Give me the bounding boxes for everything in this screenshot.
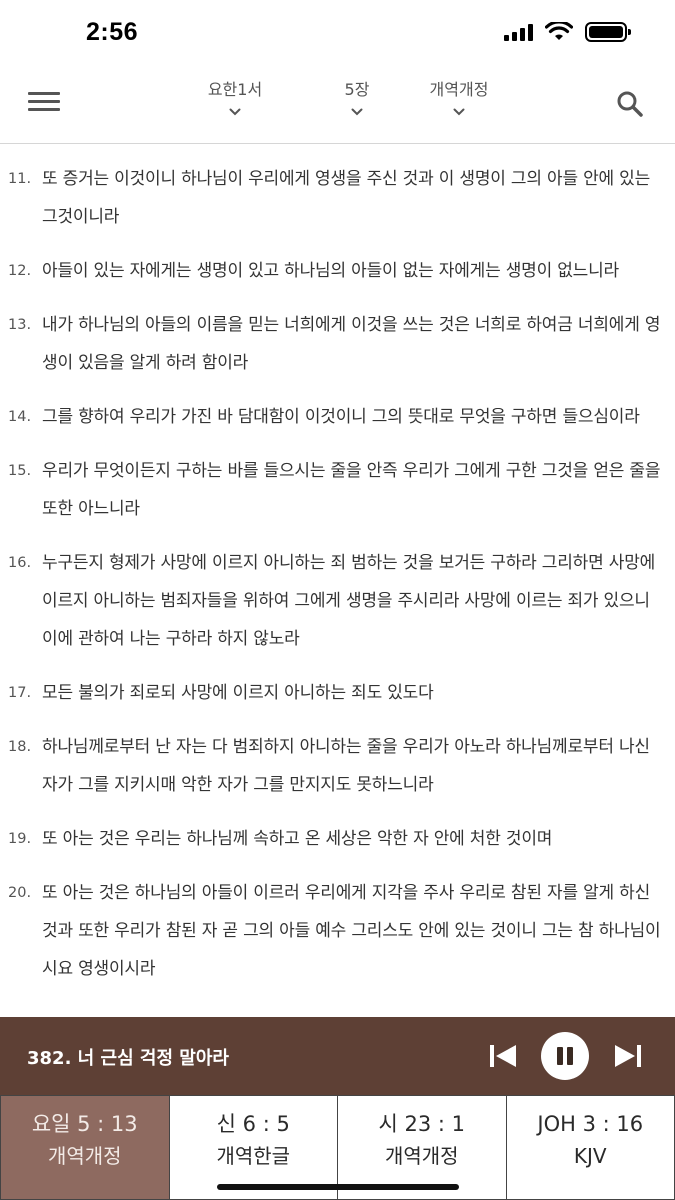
book-label: 요한1서 [207, 80, 263, 99]
verse-item[interactable]: 13. 내가 하나님의 아들의 이름을 믿는 너희에게 이것을 쓰는 것은 너희… [8, 306, 665, 382]
status-bar: 2:56 [0, 0, 675, 64]
hymn-title: 382. 너 근심 걱정 말아라 [27, 1048, 229, 1069]
tab-reference: 시 23 : 1 [378, 1112, 465, 1136]
status-time: 2:56 [86, 18, 139, 46]
verse-text: 우리가 무엇이든지 구하는 바를 들으시는 줄을 안즉 우리가 그에게 구한 그… [42, 461, 661, 519]
verse-item[interactable]: 17. 모든 불의가 죄로되 사망에 이르지 아니하는 죄도 있도다 [8, 674, 665, 712]
home-indicator[interactable] [217, 1184, 459, 1190]
verse-number: 17. [8, 685, 32, 701]
wifi-icon [545, 22, 573, 40]
verse-number: 14. [8, 409, 32, 425]
pause-icon [567, 1047, 573, 1065]
skip-previous-icon[interactable] [487, 1042, 519, 1070]
verse-text: 또 증거는 이것이니 하나님이 우리에게 영생을 주신 것과 이 생명이 그의 … [42, 169, 651, 227]
hamburger-menu-icon[interactable] [28, 92, 60, 112]
verse-item[interactable]: 19. 또 아는 것은 우리는 하나님께 속하고 온 세상은 악한 자 안에 처… [8, 820, 665, 858]
verse-number: 20. [8, 885, 32, 901]
version-label: 개역개정 [429, 80, 489, 99]
verse-text: 또 아는 것은 하나님의 아들이 이르러 우리에게 지각을 주사 우리로 참된 … [42, 883, 661, 979]
pause-icon [557, 1047, 563, 1065]
cellular-signal-icon [504, 23, 533, 41]
skip-next-icon[interactable] [612, 1042, 644, 1070]
tab-reference: JOH 3 : 16 [537, 1112, 644, 1136]
verse-number: 12. [8, 263, 32, 279]
tab-version: KJV [573, 1144, 607, 1168]
battery-icon [585, 22, 631, 42]
verse-text: 모든 불의가 죄로되 사망에 이르지 아니하는 죄도 있도다 [42, 683, 434, 703]
tab-version: 개역개정 [384, 1144, 459, 1168]
chapter-label: 5장 [344, 80, 370, 99]
header-bar: 요한1서 5장 개역개정 [0, 64, 675, 144]
verse-text: 그를 향하여 우리가 가진 바 담대함이 이것이니 그의 뜻대로 무엇을 구하면… [42, 407, 640, 427]
version-selector[interactable]: 개역개정 [423, 76, 495, 118]
chevron-down-icon [351, 108, 363, 116]
book-selector[interactable]: 요한1서 [203, 76, 267, 118]
verse-text: 누구든지 형제가 사망에 이르지 아니하는 죄 범하는 것을 보거든 구하라 그… [42, 553, 656, 649]
tab-version: 개역개정 [47, 1144, 122, 1168]
verse-number: 13. [8, 317, 32, 333]
audio-player-bar: 382. 너 근심 걱정 말아라 [0, 1017, 675, 1095]
chevron-down-icon [453, 108, 465, 116]
pause-button[interactable] [541, 1032, 589, 1080]
tab-version: 개역한글 [216, 1144, 291, 1168]
status-icons [504, 22, 631, 42]
verse-item[interactable]: 18. 하나님께로부터 난 자는 다 범죄하지 아니하는 줄을 우리가 아노라 … [8, 728, 665, 804]
verse-text: 또 아는 것은 우리는 하나님께 속하고 온 세상은 악한 자 안에 처한 것이… [42, 829, 553, 849]
verse-item[interactable]: 20. 또 아는 것은 하나님의 아들이 이르러 우리에게 지각을 주사 우리로… [8, 874, 665, 988]
verse-number: 16. [8, 555, 32, 571]
verse-item[interactable]: 11. 또 증거는 이것이니 하나님이 우리에게 영생을 주신 것과 이 생명이… [8, 160, 665, 236]
verse-number: 18. [8, 739, 32, 755]
tab-reference: 요일 5 : 13 [31, 1112, 138, 1136]
verse-number: 15. [8, 463, 32, 479]
verse-number: 19. [8, 831, 32, 847]
tab-reference: 신 6 : 5 [216, 1112, 290, 1136]
verse-item[interactable]: 14. 그를 향하여 우리가 가진 바 담대함이 이것이니 그의 뜻대로 무엇을… [8, 398, 665, 436]
verse-number: 11. [8, 171, 32, 187]
verse-item[interactable]: 16. 누구든지 형제가 사망에 이르지 아니하는 죄 범하는 것을 보거든 구… [8, 544, 665, 658]
verse-list: 11. 또 증거는 이것이니 하나님이 우리에게 영생을 주신 것과 이 생명이… [0, 160, 675, 1004]
verse-item[interactable]: 12. 아들이 있는 자에게는 생명이 있고 하나님의 아들이 없는 자에게는 … [8, 252, 665, 290]
verse-text: 내가 하나님의 아들의 이름을 믿는 너희에게 이것을 쓰는 것은 너희로 하여… [42, 315, 661, 373]
verse-text: 아들이 있는 자에게는 생명이 있고 하나님의 아들이 없는 자에게는 생명이 … [42, 261, 619, 281]
search-icon[interactable] [615, 89, 645, 119]
tab-reference-4[interactable]: JOH 3 : 16 KJV [505, 1095, 675, 1200]
tab-reference-1[interactable]: 요일 5 : 13 개역개정 [0, 1095, 169, 1200]
verse-item[interactable]: 15. 우리가 무엇이든지 구하는 바를 들으시는 줄을 안즉 우리가 그에게 … [8, 452, 665, 528]
verse-text: 하나님께로부터 난 자는 다 범죄하지 아니하는 줄을 우리가 아노라 하나님께… [42, 737, 650, 795]
chapter-selector[interactable]: 5장 [339, 76, 375, 118]
chevron-down-icon [229, 108, 241, 116]
